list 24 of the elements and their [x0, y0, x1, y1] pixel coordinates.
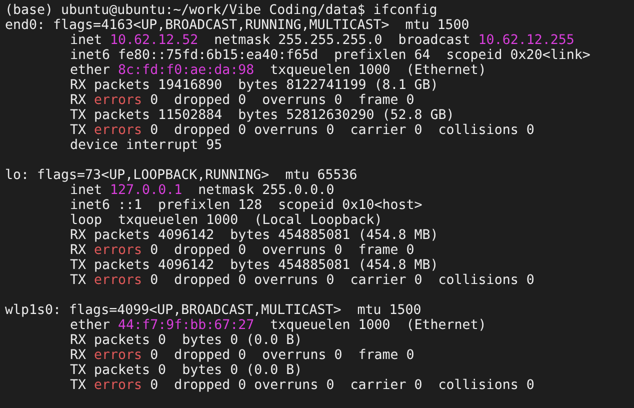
output-line: device interrupt 95 — [70, 138, 222, 153]
output-line: RX packets 4096142 bytes 454885081 (454.8 MB) — [70, 228, 438, 243]
output-line: inet6 fe80::75fd:6b15:ea40:f65d prefixlen 64 scopeid 0x20<link> — [70, 48, 590, 63]
output-line: RX packets 19416890 bytes 8122741199 (8.1 GB) — [70, 78, 438, 93]
output-line: TX packets 0 bytes 0 (0.0 B) — [70, 363, 302, 378]
output-line: RX errors 0 dropped 0 overruns 0 frame 0 — [70, 348, 414, 363]
interface-header: wlp1s0: flags=4099<UP,BROADCAST,MULTICAST> mtu 1500 — [5, 303, 422, 318]
output-line: TX packets 11502884 bytes 52812630290 (52.8 GB) — [70, 108, 454, 123]
interface-header: end0: flags=4163<UP,BROADCAST,RUNNING,MULTICAST> mtu 1500 — [5, 18, 470, 33]
output-line: ether 44:f7:9f:bb:67:27 txqueuelen 1000 (Ethernet) — [70, 318, 486, 333]
interface-header: lo: flags=73<UP,LOOPBACK,RUNNING> mtu 65536 — [5, 168, 358, 183]
output-line: ether 8c:fd:f0:ae:da:98 txqueuelen 1000 (Ethernet) — [70, 63, 486, 78]
output-line: inet 127.0.0.1 netmask 255.0.0.0 — [70, 183, 334, 198]
output-line: inet 10.62.12.52 netmask 255.255.255.0 broadcast 10.62.12.255 — [70, 33, 574, 48]
output-line: TX packets 4096142 bytes 454885081 (454.8 MB) — [70, 258, 438, 273]
output-line: loop txqueuelen 1000 (Local Loopback) — [70, 213, 382, 228]
command-prompt: (base) ubuntu@ubuntu:~/work/Vibe Coding/data$ ifconfig — [5, 3, 438, 18]
output-line: TX errors 0 dropped 0 overruns 0 carrier 0 collisions 0 — [70, 123, 534, 138]
output-line: TX errors 0 dropped 0 overruns 0 carrier 0 collisions 0 — [70, 273, 534, 288]
output-line: RX errors 0 dropped 0 overruns 0 frame 0 — [70, 93, 414, 108]
output-line: RX errors 0 dropped 0 overruns 0 frame 0 — [70, 243, 414, 258]
output-line: inet6 ::1 prefixlen 128 scopeid 0x10<host> — [70, 198, 422, 213]
output-line: RX packets 0 bytes 0 (0.0 B) — [70, 333, 302, 348]
output-line: TX errors 0 dropped 0 overruns 0 carrier 0 collisions 0 — [70, 378, 534, 393]
